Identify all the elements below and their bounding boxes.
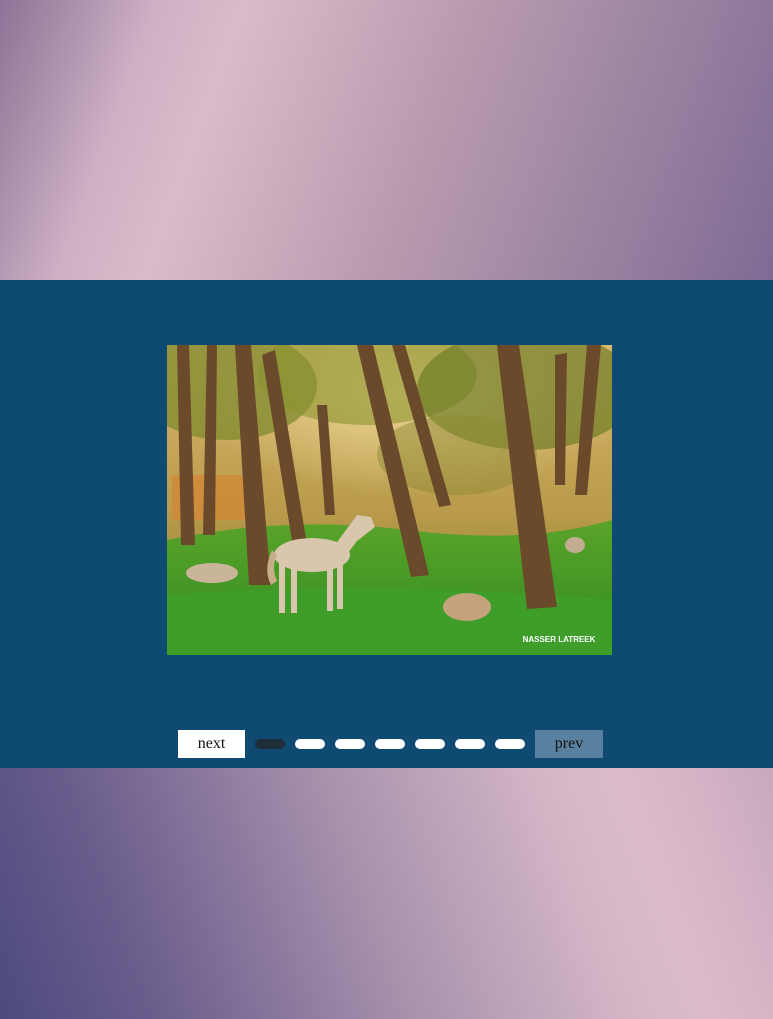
slide-indicator-7[interactable] — [495, 739, 525, 749]
slide-image: NASSER LATREEK — [167, 345, 612, 655]
slide-indicator-6[interactable] — [455, 739, 485, 749]
background-top — [0, 0, 773, 280]
slider-controls: next prev — [0, 729, 773, 759]
next-button[interactable]: next — [178, 730, 245, 758]
slide-indicator-5[interactable] — [415, 739, 445, 749]
image-slider: NASSER LATREEK next prev — [0, 280, 773, 768]
slide-indicator-2[interactable] — [295, 739, 325, 749]
slide-indicator-4[interactable] — [375, 739, 405, 749]
slide-indicator-1[interactable] — [255, 739, 285, 749]
slide-indicator-3[interactable] — [335, 739, 365, 749]
watermark-text: NASSER LATREEK — [523, 635, 596, 644]
background-bottom — [0, 768, 773, 1019]
prev-button[interactable]: prev — [535, 730, 603, 758]
